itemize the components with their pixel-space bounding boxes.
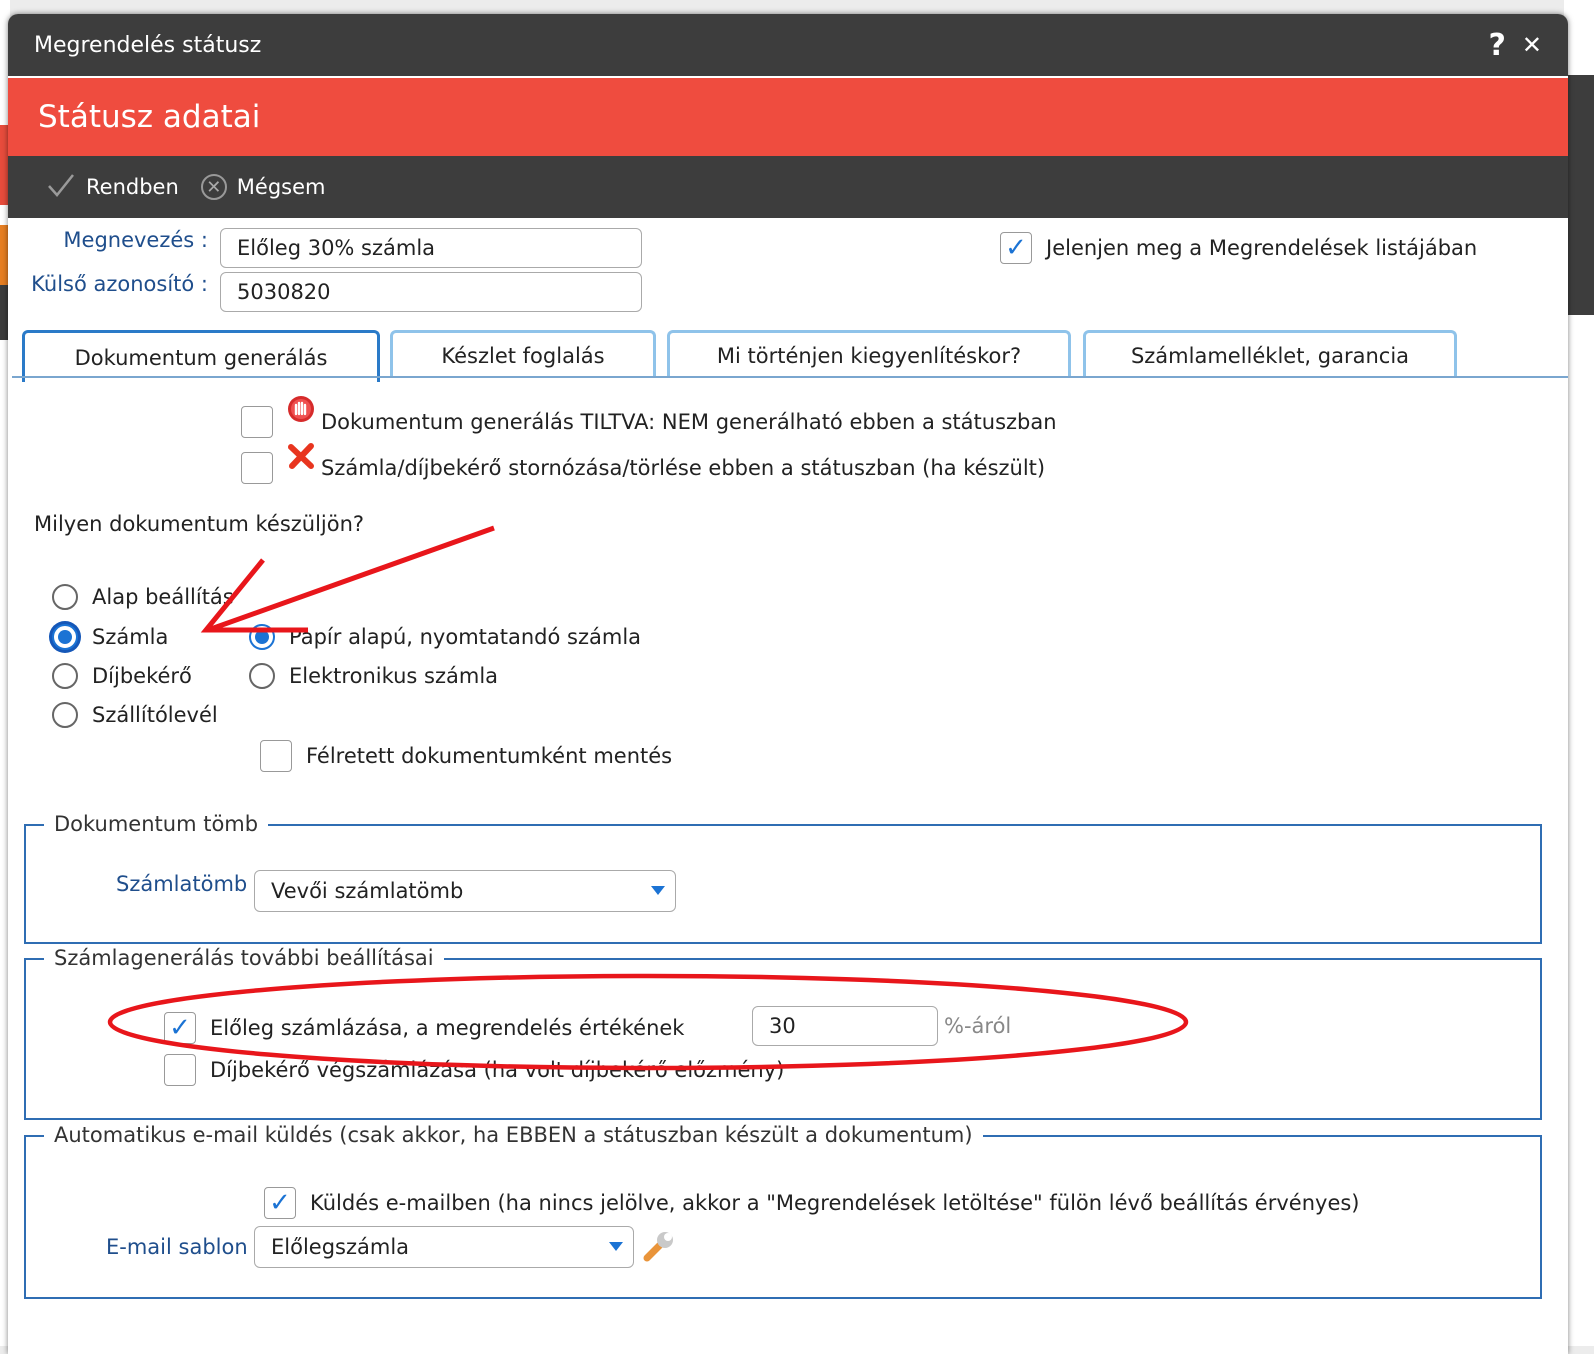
name-label: Megnevezés : [63, 228, 208, 252]
email-template-value: Előlegszámla [271, 1235, 410, 1259]
doc-block-fieldset: Dokumentum tömb Számlatömb : Vevői száml… [24, 812, 1542, 944]
save-as-draft-checkbox[interactable] [260, 740, 292, 772]
wrench-icon[interactable] [642, 1229, 676, 1267]
red-x-icon [287, 442, 315, 474]
invoice-kind-label-electronic: Elektronikus számla [289, 664, 499, 688]
invoice-block-label: Számlatömb : [116, 872, 262, 896]
close-icon[interactable]: ✕ [1522, 31, 1542, 59]
send-email-label: Küldés e-mailben (ha nincs jelölve, akko… [310, 1191, 1360, 1215]
dialog-title: Megrendelés státusz [34, 32, 262, 58]
ext-id-label: Külső azonosító : [31, 272, 208, 296]
show-in-list-checkbox[interactable]: ✓ [1000, 232, 1032, 264]
final-invoice-label: Díjbekérő végszámlázása (ha volt díjbeké… [210, 1058, 785, 1082]
doc-type-radio-delivery[interactable] [52, 702, 78, 728]
email-template-select[interactable]: Előlegszámla [254, 1226, 634, 1268]
email-template-label: E-mail sablon : [106, 1235, 262, 1259]
stop-hand-icon [287, 395, 315, 427]
forbid-generation-checkbox[interactable] [241, 406, 273, 438]
doc-type-label-delivery: Szállítólevél [92, 703, 218, 727]
ok-button[interactable]: Rendben [46, 172, 179, 203]
show-in-list-label: Jelenjen meg a Megrendelések listájában [1046, 236, 1478, 260]
storno-label: Számla/díjbekérő stornózása/törlése ebbe… [321, 456, 1046, 480]
doc-type-radio-proforma[interactable] [52, 663, 78, 689]
invoice-settings-fieldset: Számlagenerálás további beállításai ✓ El… [24, 946, 1542, 1120]
tab-on-payment[interactable]: Mi történjen kiegyenlítéskor? [667, 330, 1071, 378]
dialog-titlebar: Megrendelés státusz ? ✕ [8, 14, 1568, 76]
help-icon[interactable]: ? [1488, 28, 1505, 63]
tab-document-generation[interactable]: Dokumentum generálás [22, 330, 380, 382]
chevron-down-icon [651, 886, 665, 895]
doc-type-radio-default[interactable] [52, 584, 78, 610]
invoice-block-value: Vevői számlatömb [271, 879, 464, 903]
doc-type-radio-invoice[interactable] [52, 624, 78, 650]
send-email-checkbox[interactable]: ✓ [264, 1187, 296, 1219]
chevron-down-icon [609, 1242, 623, 1251]
page-title: Státusz adatai [38, 99, 261, 135]
tab-invoice-attachment[interactable]: Számlamelléklet, garancia [1083, 330, 1457, 378]
forbid-generation-label: Dokumentum generálás TILTVA: NEM generál… [321, 410, 1057, 434]
tab-panel-border [12, 376, 1568, 378]
final-invoice-checkbox[interactable] [164, 1054, 196, 1086]
page-header: Státusz adatai [8, 76, 1568, 156]
cancel-button[interactable]: ✕ Mégsem [200, 174, 326, 200]
email-legend: Automatikus e-mail küldés (csak akkor, h… [44, 1123, 983, 1147]
tab-stock-reservation[interactable]: Készlet foglalás [390, 330, 656, 378]
background-right [1564, 0, 1594, 1346]
doc-type-label-proforma: Díjbekérő [92, 664, 192, 688]
advance-percent-suffix: %-áról [944, 1014, 1012, 1038]
ok-label: Rendben [86, 175, 179, 199]
email-fieldset: Automatikus e-mail küldés (csak akkor, h… [24, 1123, 1542, 1299]
doc-block-legend: Dokumentum tömb [44, 812, 269, 836]
invoice-settings-legend: Számlagenerálás további beállításai [44, 946, 444, 970]
invoice-kind-radio-electronic[interactable] [249, 663, 275, 689]
advance-invoice-checkbox[interactable]: ✓ [164, 1012, 196, 1044]
checkmark-icon [46, 172, 76, 203]
advance-invoice-label: Előleg számlázása, a megrendelés értékén… [210, 1016, 685, 1040]
ext-id-input[interactable]: 5030820 [220, 272, 642, 312]
name-input[interactable]: Előleg 30% számla [220, 228, 642, 268]
cancel-circle-icon: ✕ [200, 174, 227, 200]
advance-percent-input[interactable]: 30 [752, 1006, 938, 1046]
storno-checkbox[interactable] [241, 452, 273, 484]
doc-type-question: Milyen dokumentum készüljön? [34, 512, 365, 536]
status-dialog: Megrendelés státusz ? ✕ Státusz adatai R… [8, 14, 1568, 1354]
doc-type-label-default: Alap beállítás [92, 585, 234, 609]
save-as-draft-label: Félretett dokumentumként mentés [306, 744, 673, 768]
cancel-label: Mégsem [236, 175, 326, 199]
annotation-arrow-shaft [207, 525, 495, 633]
invoice-kind-radio-paper[interactable] [249, 624, 275, 650]
invoice-block-select[interactable]: Vevői számlatömb [254, 870, 676, 912]
doc-type-label-invoice: Számla [92, 625, 169, 649]
invoice-kind-label-paper: Papír alapú, nyomtatandó számla [289, 625, 642, 649]
toolbar: Rendben ✕ Mégsem [8, 156, 1568, 218]
